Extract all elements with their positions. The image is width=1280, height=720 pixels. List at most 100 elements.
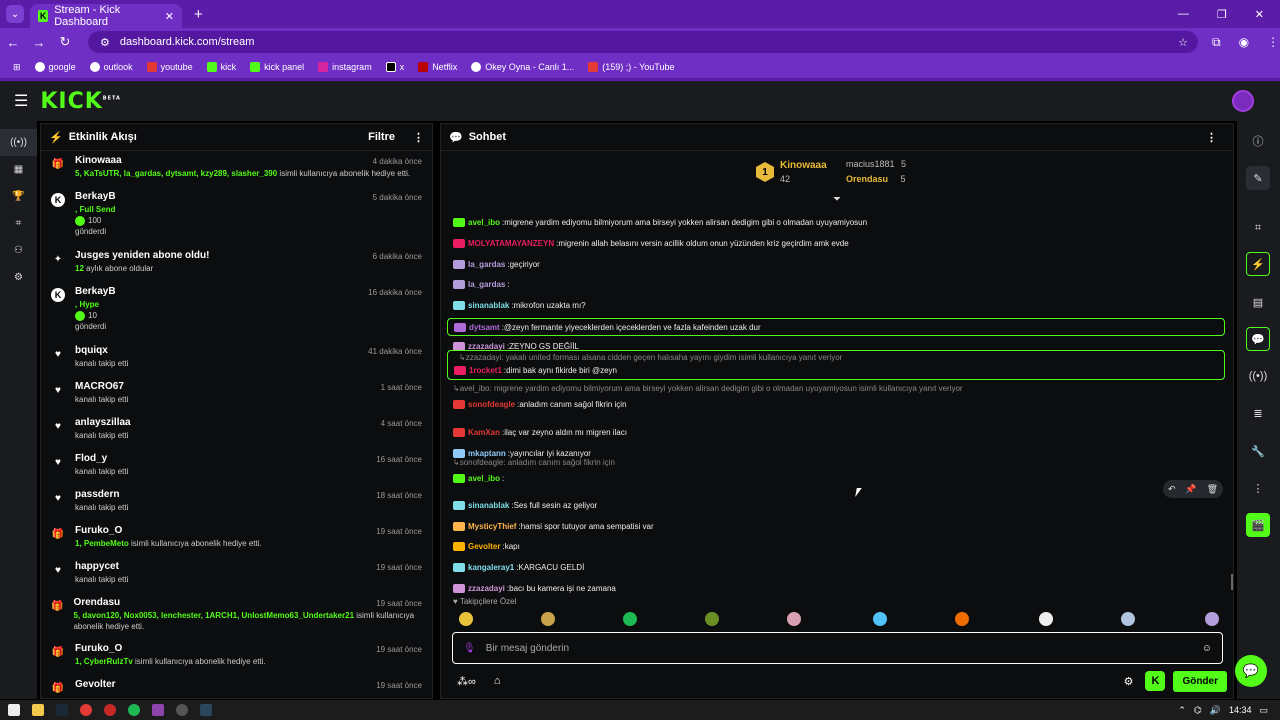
- activity-item[interactable]: K BerkayB , Hype 10 gönderdi 16 dakika önce: [47, 282, 426, 341]
- bookmark-outlook[interactable]: outlook: [85, 62, 138, 72]
- chat-message[interactable]: Gevolter: kapı: [447, 538, 1225, 554]
- emote-icon[interactable]: [623, 612, 637, 626]
- bookmark-kick[interactable]: kick: [202, 62, 242, 72]
- back-button[interactable]: ←: [0, 35, 26, 50]
- tab-search-button[interactable]: ⌄: [6, 5, 24, 23]
- close-icon[interactable]: ✕: [165, 10, 174, 23]
- chat-message[interactable]: kangaleray1: KARGACU GELDİ: [447, 559, 1225, 575]
- obs-icon[interactable]: [176, 704, 188, 716]
- browser-tab[interactable]: K Stream - Kick Dashboard ✕: [30, 4, 182, 28]
- hamburger-menu-icon[interactable]: ☰: [14, 91, 28, 111]
- chat-options-icon[interactable]: ⋮: [1206, 131, 1217, 144]
- network-icon[interactable]: ⌬: [1194, 705, 1202, 716]
- chat-username[interactable]: la_gardas: [468, 280, 505, 289]
- steam-icon[interactable]: [56, 704, 68, 716]
- reply-icon[interactable]: ↶: [1168, 484, 1176, 495]
- chat-username[interactable]: 1rocket1: [469, 366, 502, 375]
- emote-icon[interactable]: [873, 612, 887, 626]
- activity-item[interactable]: 🎁 Kinowaaa 5, KaTsUTR, la_gardas, dytsamt,…: [47, 151, 426, 187]
- chat-username[interactable]: sinanablak: [468, 301, 509, 310]
- forward-button[interactable]: →: [26, 35, 52, 50]
- chat-message[interactable]: MOLYATAMAYANZEYN: migrenin allah belasın…: [447, 235, 1225, 251]
- activity-item[interactable]: 🎁 Furuko_O 1, PembeMeto isimli kullanıcıya…: [47, 521, 426, 557]
- bookmark-youtube-2[interactable]: (159) ;) - YouTube: [583, 62, 679, 72]
- notes-icon[interactable]: ▤: [1246, 290, 1270, 314]
- settings-icon[interactable]: ⚙: [0, 264, 37, 291]
- more-options-icon[interactable]: ⋮: [413, 131, 424, 144]
- wrench-icon[interactable]: 🔧: [1246, 439, 1270, 463]
- bookmark-google[interactable]: google: [30, 62, 81, 72]
- user-avatar[interactable]: [1232, 90, 1254, 112]
- restore-button[interactable]: ❐: [1217, 8, 1227, 21]
- broadcast-icon[interactable]: ((•)): [1246, 364, 1270, 388]
- chat-username[interactable]: sonofdeagle: [468, 400, 515, 409]
- leader-first-name[interactable]: Kinowaaa: [780, 160, 827, 171]
- activity-item[interactable]: ✦ Jusges yeniden abone oldu! 12 aylık abon…: [47, 246, 426, 282]
- spotify-icon[interactable]: [128, 704, 140, 716]
- community-icon[interactable]: ⚇: [0, 237, 37, 264]
- bookmark-youtube[interactable]: youtube: [142, 62, 198, 72]
- browser-active-icon[interactable]: [152, 704, 164, 716]
- activity-item[interactable]: ♥ bquiqx kanalı takip etti 41 dakika önce: [47, 341, 426, 377]
- infinity-points-icon[interactable]: ⁂∞: [457, 675, 476, 688]
- bookmark-x[interactable]: x: [381, 62, 410, 72]
- chat-username[interactable]: sinanablak: [468, 501, 509, 510]
- info-icon[interactable]: ⓘ: [1246, 129, 1270, 153]
- tray-chevron-icon[interactable]: ⌃: [1178, 705, 1186, 716]
- chat-settings-icon[interactable]: ⚙: [1124, 675, 1134, 688]
- extensions-icon[interactable]: ⧉: [1212, 35, 1221, 50]
- pin-icon[interactable]: 📌: [1185, 484, 1196, 495]
- chat-message[interactable]: la_gardas: geçiriyor: [447, 256, 1225, 272]
- chat-message[interactable]: sinanablak: Ses full sesin az geliyor: [447, 497, 1225, 513]
- emote-icon[interactable]: [1039, 612, 1053, 626]
- steam-2-icon[interactable]: [200, 704, 212, 716]
- bookmark-instagram[interactable]: instagram: [313, 62, 377, 72]
- chat-username[interactable]: mkaptann: [468, 449, 506, 458]
- stream-icon[interactable]: ((•)): [0, 129, 37, 156]
- trophy-icon[interactable]: 🏆: [0, 183, 37, 210]
- emote-icon[interactable]: [541, 612, 555, 626]
- activity-item[interactable]: ♥ MACRO67 kanalı takip etti 1 saat önce: [47, 377, 426, 413]
- start-icon[interactable]: [8, 704, 20, 716]
- emote-icon[interactable]: [1205, 612, 1219, 626]
- kick-logo[interactable]: KICKBETA: [40, 89, 121, 114]
- site-info-icon[interactable]: ⚙: [100, 36, 110, 49]
- clip-icon[interactable]: 🎬: [1246, 513, 1270, 537]
- chat-username[interactable]: avel_ibo: [468, 218, 500, 227]
- minimize-button[interactable]: —: [1178, 8, 1189, 21]
- leader-third[interactable]: Orendasu 5: [846, 174, 906, 184]
- url-field[interactable]: ⚙ dashboard.kick.com/stream ☆: [88, 31, 1198, 53]
- activity-item[interactable]: 🎁 Orendasu 5, davon120, Nox0053, lencheste…: [47, 593, 426, 639]
- activity-item[interactable]: ♥ passdern kanalı takip etti 18 saat önce: [47, 485, 426, 521]
- chat-username[interactable]: KamXan: [468, 428, 500, 437]
- new-tab-button[interactable]: +: [194, 6, 203, 23]
- activity-item[interactable]: ♥ Flod_y kanalı takip etti 16 saat önce: [47, 449, 426, 485]
- chat-username[interactable]: avel_ibo: [468, 474, 500, 483]
- chat-toggle-icon[interactable]: 💬: [1246, 327, 1270, 351]
- chat-message[interactable]: zzazadayi: bacı bu kamera işi ne zamana: [447, 580, 1225, 596]
- opera-icon[interactable]: [104, 704, 116, 716]
- emote-icon[interactable]: [787, 612, 801, 626]
- chat-message[interactable]: sinanablak: mikrofon uzakta mı?: [447, 297, 1225, 313]
- chat-scrollbar[interactable]: [1231, 574, 1233, 590]
- layers-icon[interactable]: ≣: [1246, 401, 1270, 425]
- bookmark-okey[interactable]: Okey Oyna - Canlı 1...: [466, 62, 579, 72]
- chat-message[interactable]: la_gardas:: [447, 276, 1225, 292]
- emote-icon[interactable]: [459, 612, 473, 626]
- apps-icon[interactable]: ⊞: [8, 62, 26, 73]
- emote-icon[interactable]: [955, 612, 969, 626]
- activity-item[interactable]: ♥ anlayszillaa kanalı takip etti 4 saat önc…: [47, 413, 426, 449]
- edit-icon[interactable]: ✎: [1246, 166, 1270, 190]
- chat-message[interactable]: avel_ibo: migrene yardim ediyomu bilmiyo…: [447, 214, 1225, 230]
- activity-item[interactable]: ♥ happycet kanalı takip etti 19 saat önce: [47, 557, 426, 593]
- leader-second[interactable]: macius1881 5: [846, 159, 906, 169]
- chat-message[interactable]: MysticyThief: hamsi spor tutuyor ama sem…: [447, 518, 1225, 534]
- chat-username[interactable]: MOLYATAMAYANZEYN: [468, 239, 554, 248]
- delete-icon[interactable]: 🗑: [1207, 484, 1218, 495]
- reload-button[interactable]: ↻: [52, 34, 78, 50]
- chrome-icon[interactable]: [80, 704, 92, 716]
- profile-icon[interactable]: ◉: [1239, 35, 1249, 50]
- bookmark-star-icon[interactable]: ☆: [1178, 36, 1188, 49]
- volume-icon[interactable]: 🔊: [1210, 705, 1221, 716]
- chat-message[interactable]: 1rocket1: dimi bak aynı fikirde biri @ze…: [447, 350, 1225, 380]
